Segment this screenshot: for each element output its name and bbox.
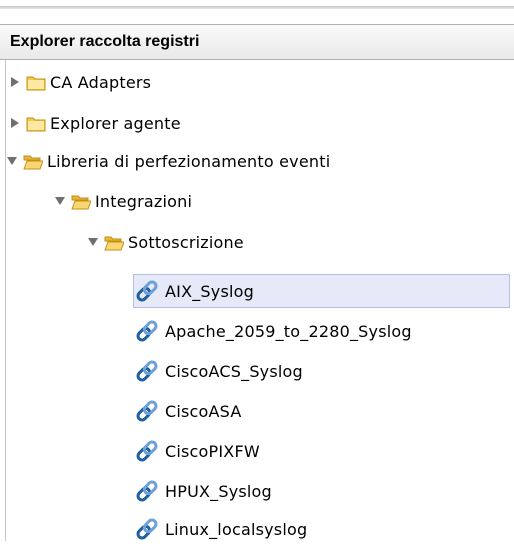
- tree-node-aix-syslog[interactable]: AIX_Syslog: [133, 274, 510, 308]
- tree-node-label: HPUX_Syslog: [165, 481, 272, 501]
- folder-icon: [26, 117, 46, 131]
- triangle-right-icon[interactable]: [8, 74, 22, 90]
- tree-node-hpux-syslog[interactable]: HPUX_Syslog: [134, 474, 272, 508]
- open-folder-icon: [23, 155, 43, 169]
- chain-link-icon: [136, 518, 158, 540]
- tree-node-label: Apache_2059_to_2280_Syslog: [165, 321, 412, 341]
- tree-node-label: CA Adapters: [50, 72, 152, 92]
- tree-node-label: CiscoPIXFW: [165, 441, 260, 461]
- open-folder-icon: [104, 236, 124, 250]
- tree-node-label: Explorer agente: [50, 113, 181, 133]
- triangle-down-icon[interactable]: [5, 153, 19, 169]
- tree-node-label: AIX_Syslog: [165, 281, 254, 301]
- tree-node-integrazioni[interactable]: Integrazioni: [53, 184, 192, 218]
- tree-node-label: Linux_localsyslog: [165, 519, 308, 539]
- triangle-down-icon[interactable]: [53, 193, 67, 209]
- open-folder-icon: [71, 195, 91, 209]
- tree-node-label: Integrazioni: [95, 191, 193, 211]
- panel-header: Explorer raccolta registri: [0, 24, 514, 60]
- tree-node-label: Libreria di perfezionamento eventi: [47, 151, 331, 171]
- tree-node-sottoscrizione[interactable]: Sottoscrizione: [86, 225, 244, 259]
- chain-link-icon: [136, 280, 158, 302]
- tree-node-label: CiscoASA: [165, 401, 242, 421]
- tree-node-explorer-agente[interactable]: Explorer agente: [8, 106, 181, 140]
- tree-node-apache-syslog[interactable]: Apache_2059_to_2280_Syslog: [134, 314, 412, 348]
- chain-link-icon: [136, 360, 158, 382]
- top-divider: [0, 6, 514, 9]
- tree-node-ciscoacs-syslog[interactable]: CiscoACS_Syslog: [134, 354, 303, 388]
- chain-link-icon: [136, 320, 158, 342]
- tree-node-ciscopixfw[interactable]: CiscoPIXFW: [134, 434, 260, 468]
- chain-link-icon: [136, 480, 158, 502]
- triangle-down-icon[interactable]: [86, 234, 100, 250]
- tree-node-libreria-perfezionamento-eventi[interactable]: Libreria di perfezionamento eventi: [5, 144, 330, 178]
- tree-node-ca-adapters[interactable]: CA Adapters: [8, 65, 151, 99]
- triangle-right-icon[interactable]: [8, 115, 22, 131]
- chain-link-icon: [136, 440, 158, 462]
- tree-node-ciscoasa[interactable]: CiscoASA: [134, 394, 241, 428]
- chain-link-icon: [136, 400, 158, 422]
- tree-node-label: Sottoscrizione: [128, 232, 244, 252]
- log-collection-tree: CA Adapters Explorer agente Libreria di …: [0, 60, 514, 541]
- panel-title: Explorer raccolta registri: [10, 33, 200, 50]
- folder-icon: [26, 76, 46, 90]
- tree-node-label: CiscoACS_Syslog: [165, 361, 303, 381]
